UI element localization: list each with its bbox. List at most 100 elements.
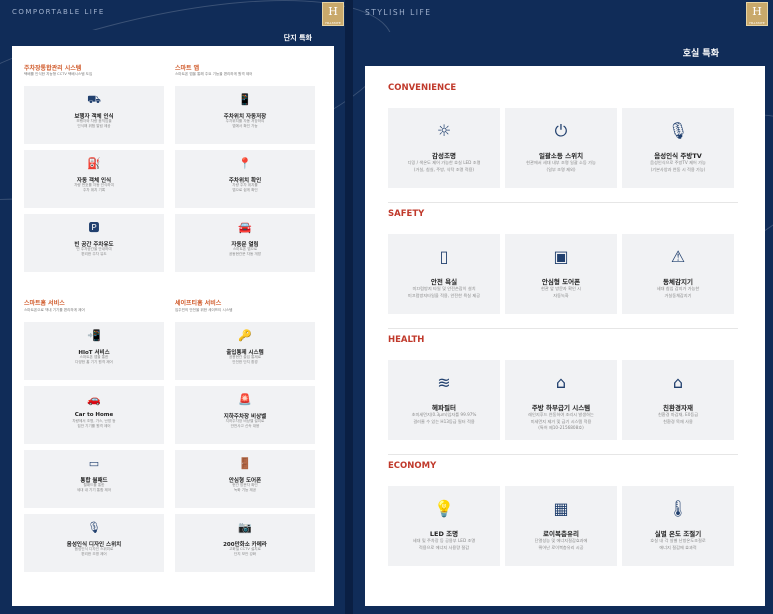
parking-emergency-icon: 🚨 — [238, 393, 252, 406]
feature-card: 💡 LED 조명 세대 및 주차장 등 공용부 LED 조명 적용으로 에너지 사용… — [388, 486, 500, 566]
safe-door-icon: 🚪 — [238, 457, 252, 470]
feature-title: LED 조명 — [429, 530, 459, 538]
feature-desc: 차량에서 조명, 가스, 난방 등 집안 기기를 원격 제어 — [72, 419, 116, 428]
led-bulb-icon: 💡 — [434, 499, 454, 518]
section-divider — [388, 202, 738, 203]
ceiling-light-icon: ☼ — [436, 121, 452, 140]
air-filter-icon: ≋ — [437, 373, 451, 392]
section-subtitle: 스마트폰으로 댁내 기기를 편리하게 제어 — [24, 308, 85, 312]
feature-desc: 레인지후드 연동하여 조리시 발생하는 미세먼지 제거 및 급기 시스템 적용 … — [528, 412, 594, 430]
motion-sensor-icon: ⚠ — [670, 247, 686, 266]
feature-card: 🚪 안심형 도어폰 현관 방문자 확인 녹화 기능 제공 — [175, 450, 315, 508]
range-hood-icon: ⌂ — [555, 373, 567, 392]
feature-title: 헤파필터 — [432, 404, 456, 412]
feature-desc: 호실 내 각 실별 난방온도조절로 에너지 절감에 효과적 — [650, 538, 706, 550]
feature-desc: 세대 및 주차장 등 공용부 LED 조명 적용으로 에너지 사용량 절감 — [412, 538, 476, 550]
car-home-icon: 🚗 — [87, 393, 101, 406]
parking-app-icon: 📱 — [238, 93, 252, 106]
feature-title: 동체감지기 — [663, 278, 693, 286]
feature-card: 🌡 실별 온도 조절기 호실 내 각 실별 난방온도조절로 에너지 절감에 효과적 — [622, 486, 734, 566]
section-title: HEALTH — [388, 335, 425, 345]
right-running-head: STYLISH LIFE — [365, 8, 432, 17]
car-charge-icon: ⛽ — [87, 157, 101, 170]
feature-title: 일괄소등 스위치 — [538, 152, 584, 160]
feature-card: ▦ 로이복층유리 단열성능 및 에너지절감효과에 뛰어난 로이복층유리 시공 — [505, 486, 617, 566]
feature-card: 🚗 Car to Home 차량에서 조명, 가스, 난방 등 집안 기기를 원격 … — [24, 386, 164, 444]
feature-desc: 친환경 마감재, E0등급 친환경 목재 사용 — [657, 412, 699, 424]
feature-card: ▯ 안전 욕실 미끄럼방지 타일 및 안전손잡이 설치 미끄럼방지타일을 적용, 안… — [388, 234, 500, 314]
feature-desc: 세대 침입 감지가 가능한 거실동체감지기 — [656, 286, 700, 298]
feature-card: 🚨 지하주차장 비상벨 지하주차장 비상벨 설치로 안전사고 신속 대응 — [175, 386, 315, 444]
feature-desc: 스마트폰 앱을 통한 다양한 홈 기기 원격 제어 — [75, 355, 113, 364]
brochure-spread: COMPORTABLE LIFE H HILLSTATE STYLISH LIFE… — [0, 0, 773, 614]
hiot-icon: 📲 — [87, 329, 101, 342]
feature-desc: 음성인식으로 주방TV 제어 가능 (기본사양과 연동 시 적용 가능) — [650, 160, 706, 172]
section-title: ECONOMY — [388, 461, 437, 471]
feature-card: 🚘 자동문 열림 스마트폰 앱으로 공동현관문 자동 개방 — [175, 214, 315, 272]
feature-card: ⏻ 일괄소등 스위치 현관에서 세대 내부 조명 일괄 소등 가능 (일부 조명 제… — [505, 108, 617, 188]
low-e-glass-icon: ▦ — [553, 499, 569, 518]
eco-house-icon: ⌂ — [672, 373, 684, 392]
feature-desc: 차량 주차 위치를 앱으로 쉽게 확인 — [232, 183, 258, 192]
brand-logo: H HILLSTATE — [746, 2, 768, 26]
doorphone-icon: ▣ — [553, 247, 569, 266]
section-divider — [388, 328, 738, 329]
feature-card: ⌂ 주방 하부급기 시스템 레인지후드 연동하여 조리시 발생하는 미세먼지 제거 … — [505, 360, 617, 440]
entry-icon: 🔑 — [238, 329, 252, 342]
feature-card: ≋ 헤파필터 초미세먼지(0.3μm)입자를 99.97% 걸러줄 수 있는 H13… — [388, 360, 500, 440]
feature-card: ⛟ 보행자 객체 인식 보행자와 차량 움직임을 인식해 위험 알림 제공 — [24, 86, 164, 144]
section-title: CONVENIENCE — [388, 83, 457, 93]
page-gutter — [345, 0, 353, 614]
tab-label: 호실 특화 — [682, 49, 719, 59]
feature-card: 🎙 음성인식 디자인 스위치 음성인식 디자인 스위치로 편리한 조명 제어 — [24, 514, 164, 572]
brand-logo: H HILLSTATE — [322, 2, 344, 26]
feature-desc: 현관 앞 방문자 확인 시 자동녹화 — [541, 286, 581, 298]
feature-title: 안심형 도어폰 — [541, 278, 581, 286]
feature-card: ▣ 안심형 도어폰 현관 앞 방문자 확인 시 자동녹화 — [505, 234, 617, 314]
vehicle-call-icon: 🚘 — [238, 221, 252, 234]
feature-desc: 디밍 / 색온도 제어 가능한 호실 LED 조명 (거실, 침실, 주방, 식… — [407, 160, 481, 172]
feature-card: ▭ 통합 월패드 월패드를 통한 세대 내 기기 통합 제어 — [24, 450, 164, 508]
wallpad-icon: ▭ — [88, 457, 100, 470]
empty-space-icon: 🅿 — [88, 221, 100, 234]
feature-card: 📷 200만화소 카메라 고화질 CCTV 설치로 단지 보안 강화 — [175, 514, 315, 572]
right-section-tab: 호실 특화 — [365, 32, 765, 66]
section-title: 세이프티홈 서비스 — [175, 300, 222, 307]
tab-label: 단지 특화 — [283, 34, 312, 42]
feature-desc: 현관 방문자 확인 녹화 기능 제공 — [232, 483, 258, 492]
feature-card: 📲 HIoT 서비스 스마트폰 앱을 통한 다양한 홈 기기 원격 제어 — [24, 322, 164, 380]
bathroom-icon: ▯ — [439, 247, 449, 266]
feature-card: ☼ 감성조명 디밍 / 색온도 제어 가능한 호실 LED 조명 (거실, 침실, … — [388, 108, 500, 188]
feature-card: 🅿 빈 공간 주차유도 빈 주차공간을 안내하여 편리한 주차 유도 — [24, 214, 164, 272]
feature-card: ⌂ 친환경자재 친환경 마감재, E0등급 친환경 목재 사용 — [622, 360, 734, 440]
left-section-tab: 단지 특화 — [12, 30, 334, 46]
feature-desc: 공용현관 출입 통제로 안전한 단지 환경 — [228, 355, 262, 364]
microphone-icon: 🎙 — [667, 121, 689, 140]
feature-desc: 차량 번호를 자동 인식하여 주차 위치 기록 — [74, 183, 114, 192]
section-title: 스마트 앱 — [175, 65, 200, 72]
feature-card: ⛽ 자동 객체 인식 차량 번호를 자동 인식하여 주차 위치 기록 — [24, 150, 164, 208]
thermostat-icon: 🌡 — [667, 499, 689, 518]
section-subtitle: 스마트폰 앱을 통해 주요 기능을 편리하게 원격 제어 — [175, 72, 253, 76]
feature-desc: 초미세먼지(0.3μm)입자를 99.97% 걸러줄 수 있는 H13등급 필터… — [411, 412, 477, 424]
car-camera-icon: ⛟ — [87, 93, 101, 106]
left-page-panel: 단지 특화 주차장통합관리 시스템 택배를 인식한 지능형 CCTV 택배시스템 … — [12, 30, 334, 606]
feature-title: 음성인식 주방TV — [654, 152, 702, 160]
feature-title: 안전 욕실 — [430, 278, 458, 286]
feature-title: 친환경자재 — [663, 404, 693, 412]
feature-card: ⚠ 동체감지기 세대 침입 감지가 가능한 거실동체감지기 — [622, 234, 734, 314]
feature-title: 로이복층유리 — [543, 530, 579, 538]
section-divider — [388, 454, 738, 455]
section-title: 주차장통합관리 시스템 — [24, 65, 82, 72]
feature-desc: 음성인식 디자인 스위치로 편리한 조명 제어 — [74, 547, 114, 556]
feature-desc: 지하주차장 비상벨 설치로 안전사고 신속 대응 — [225, 419, 265, 428]
location-icon: 📍 — [238, 157, 252, 170]
cctv-icon: 📷 — [238, 521, 252, 534]
section-title: SAFETY — [388, 209, 425, 219]
feature-title: 실별 온도 조절기 — [654, 530, 702, 538]
feature-desc: 월패드를 통한 세대 내 기기 통합 제어 — [76, 483, 112, 492]
voice-switch-icon: 🎙 — [87, 521, 101, 534]
feature-desc: 주차위치를 자동 저장하여 앱에서 확인 가능 — [225, 119, 265, 128]
power-switch-icon: ⏻ — [554, 121, 568, 140]
feature-desc: 스마트폰 앱으로 공동현관문 자동 개방 — [228, 247, 262, 256]
